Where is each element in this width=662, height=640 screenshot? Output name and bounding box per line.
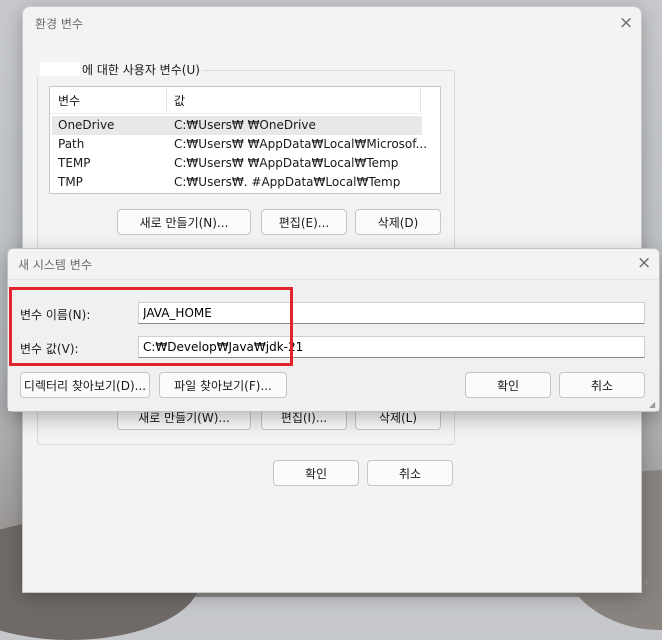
list-header: 변수 값 — [50, 87, 422, 114]
ok-button[interactable]: 확인 — [273, 460, 359, 486]
column-header-variable[interactable]: 변수 — [58, 92, 80, 109]
dialog-body: 변수 이름(N): 변수 값(V): 디렉터리 찾아보기(D)... 파일 찾아… — [8, 279, 659, 411]
window-title: 환경 변수 — [35, 17, 83, 31]
variable-name: TEMP — [58, 156, 91, 170]
close-icon[interactable]: × — [637, 255, 651, 272]
variable-name: TMP — [58, 175, 83, 189]
variable-value-label: 변수 값(V): — [20, 342, 79, 356]
browse-file-button[interactable]: 파일 찾아보기(F)... — [159, 372, 287, 398]
variable-value-field[interactable] — [138, 336, 645, 358]
list-item[interactable]: Path C:₩Users₩ ₩AppData₩Local₩Microsof..… — [52, 135, 427, 154]
variable-name-field[interactable] — [138, 302, 645, 324]
dialog-ok-button[interactable]: 확인 — [465, 372, 551, 398]
browse-directory-button[interactable]: 디렉터리 찾아보기(D)... — [20, 372, 150, 398]
redacted-username — [40, 62, 80, 76]
column-divider[interactable] — [420, 88, 421, 112]
new-system-variable-dialog: 새 시스템 변수 × 변수 이름(N): 변수 값(V): 디렉터리 찾아보기(… — [7, 248, 660, 412]
user-edit-button[interactable]: 편집(E)... — [261, 209, 347, 235]
variable-name: Path — [58, 137, 85, 151]
column-header-value[interactable]: 값 — [174, 92, 185, 109]
list-item[interactable]: OneDrive C:₩Users₩ ₩OneDrive — [52, 116, 422, 135]
list-item[interactable]: TMP C:₩Users₩. #AppData₩Local₩Temp — [52, 173, 422, 192]
dialog-title: 새 시스템 변수 — [18, 258, 92, 272]
variable-value: C:₩Users₩ ₩AppData₩Local₩Temp — [174, 156, 399, 170]
variable-value: C:₩Users₩ ₩OneDrive — [174, 118, 316, 132]
dialog-cancel-button[interactable]: 취소 — [559, 372, 645, 398]
user-delete-button[interactable]: 삭제(D) — [355, 209, 441, 235]
user-variables-list[interactable]: 변수 값 OneDrive C:₩Users₩ ₩OneDrive Path C… — [49, 86, 441, 194]
user-variables-title: 에 대한 사용자 변수(U) — [82, 62, 200, 77]
variable-value: C:₩Users₩. #AppData₩Local₩Temp — [174, 175, 401, 189]
list-item[interactable]: TEMP C:₩Users₩ ₩AppData₩Local₩Temp — [52, 154, 422, 173]
user-variables-legend: 에 대한 사용자 변수(U) — [37, 61, 203, 77]
user-new-button[interactable]: 새로 만들기(N)... — [117, 209, 251, 235]
column-divider[interactable] — [166, 88, 167, 112]
cancel-button[interactable]: 취소 — [367, 460, 453, 486]
variable-name-label: 변수 이름(N): — [20, 308, 91, 322]
variable-name: OneDrive — [58, 118, 115, 132]
scroll-down-icon[interactable]: ▼ — [644, 579, 649, 587]
variable-value: C:₩Users₩ ₩AppData₩Local₩Microsof... — [174, 137, 428, 151]
resize-grip-icon[interactable]: ◢ — [649, 401, 657, 409]
close-icon[interactable]: × — [619, 15, 633, 32]
